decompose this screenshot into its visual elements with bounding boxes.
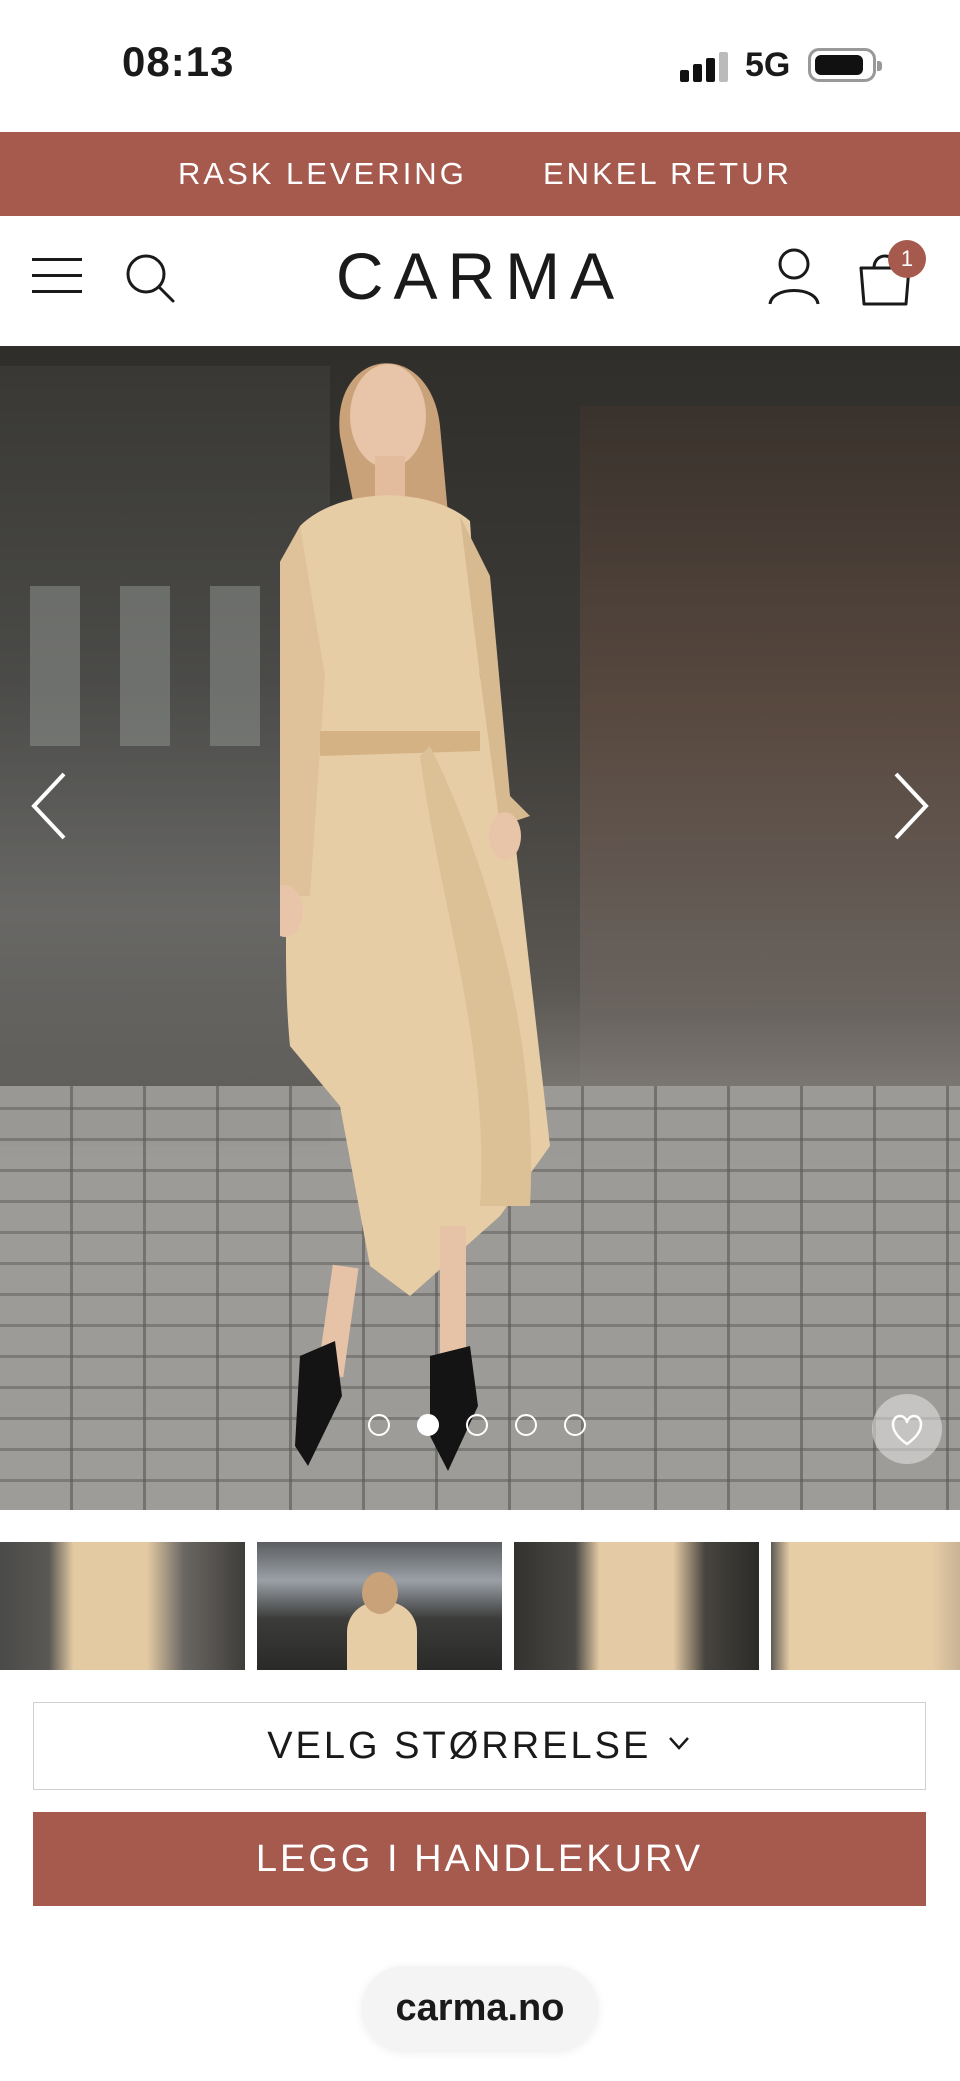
- carousel-dots: [368, 1414, 608, 1438]
- thumbnail-1[interactable]: [0, 1542, 245, 1670]
- carousel-dot[interactable]: [466, 1414, 488, 1436]
- carousel-dot[interactable]: [564, 1414, 586, 1436]
- carousel-dot[interactable]: [515, 1414, 537, 1436]
- site-header: CARMA: [0, 216, 960, 346]
- thumbnail-3[interactable]: [514, 1542, 759, 1670]
- network-label: 5G: [745, 46, 791, 84]
- product-image-carousel[interactable]: [0, 346, 960, 1510]
- battery-icon: [808, 48, 882, 82]
- chevron-down-icon: [668, 1737, 689, 1750]
- cart-count-badge: 1: [888, 240, 926, 278]
- signal-icon: [680, 50, 730, 82]
- size-select[interactable]: VELG STØRRELSE: [33, 1702, 926, 1790]
- thumbnail-strip: [0, 1542, 960, 1670]
- heart-icon: [891, 1414, 923, 1446]
- add-to-cart-button[interactable]: LEGG I HANDLEKURV: [33, 1812, 926, 1906]
- promo-fast-delivery: RASK LEVERING: [178, 156, 467, 191]
- chevron-left-icon[interactable]: [26, 766, 76, 846]
- carousel-dot-active[interactable]: [417, 1414, 439, 1436]
- product-page: 08:13 5G RASK LEVERING ENKEL RETUR CARMA: [0, 0, 960, 2081]
- product-model-image: [280, 363, 550, 1471]
- size-select-label: VELG STØRRELSE: [267, 1725, 652, 1767]
- user-icon[interactable]: [766, 246, 822, 306]
- browser-url-pill[interactable]: carma.no: [362, 1966, 598, 2050]
- promo-easy-return: ENKEL RETUR: [543, 156, 792, 191]
- status-bar: 08:13 5G: [0, 0, 960, 132]
- promo-bar: RASK LEVERING ENKEL RETUR: [0, 132, 960, 216]
- thumbnail-4[interactable]: [771, 1542, 960, 1670]
- wishlist-button[interactable]: [872, 1394, 942, 1464]
- chevron-right-icon[interactable]: [884, 766, 934, 846]
- thumbnail-2[interactable]: [257, 1542, 502, 1670]
- status-time: 08:13: [122, 38, 235, 85]
- menu-icon[interactable]: [32, 256, 84, 296]
- carousel-dot[interactable]: [368, 1414, 390, 1436]
- search-icon[interactable]: [124, 252, 176, 304]
- site-logo[interactable]: CARMA: [330, 238, 630, 314]
